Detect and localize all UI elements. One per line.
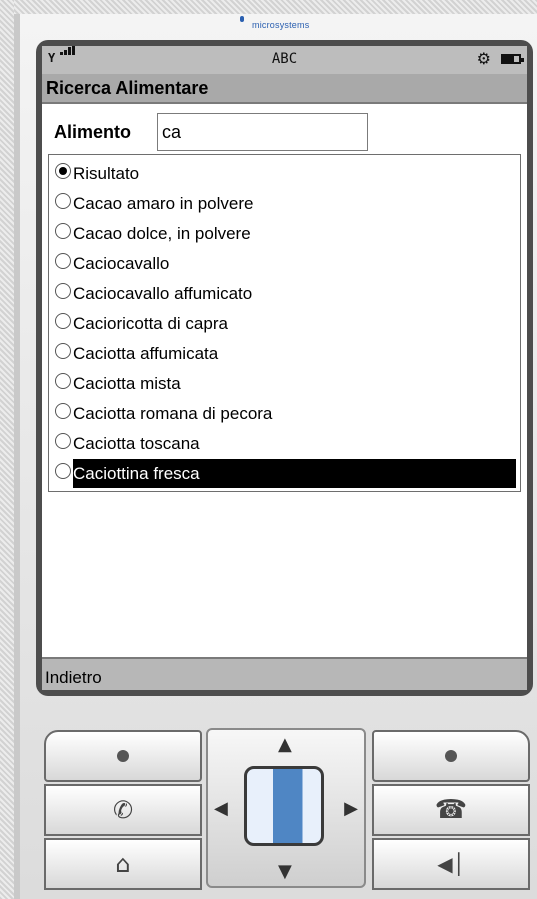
- outer-frame-top: [0, 0, 537, 14]
- list-item-label: Caciotta affumicata: [73, 344, 219, 363]
- status-bar: Y ABC ⚙: [42, 46, 527, 75]
- list-item[interactable]: Caciocavallo affumicato: [49, 277, 520, 307]
- left-arrow-icon[interactable]: ◀: [214, 798, 228, 819]
- clear-back-key[interactable]: ◀│: [372, 838, 530, 890]
- gear-icon: ⚙: [476, 49, 491, 68]
- list-item[interactable]: Caciotta mista: [49, 367, 520, 397]
- radio-icon[interactable]: [55, 193, 71, 209]
- list-item[interactable]: Caciotta affumicata: [49, 337, 520, 367]
- radio-icon[interactable]: [55, 433, 71, 449]
- list-item-label: Caciotta romana di pecora: [73, 404, 273, 423]
- results-list: Risultato Cacao amaro in polvere Cacao d…: [48, 154, 521, 492]
- list-item-label: Caciottina fresca: [73, 464, 200, 483]
- radio-icon[interactable]: [55, 463, 71, 479]
- radio-icon[interactable]: [55, 223, 71, 239]
- list-item-label: Caciocavallo affumicato: [73, 284, 253, 303]
- back-softkey[interactable]: Indietro: [45, 668, 102, 688]
- list-item-label: Caciocavallo: [73, 254, 170, 273]
- radio-icon[interactable]: [55, 373, 71, 389]
- phone-screen: Y ABC ⚙ Ricerca Alimentare Alimento Risu…: [42, 46, 527, 690]
- list-item[interactable]: Cacao dolce, in polvere: [49, 217, 520, 247]
- back-icon: ◀│: [437, 852, 465, 876]
- battery-icon: [501, 54, 524, 64]
- food-field-label: Alimento: [54, 122, 132, 142]
- list-item[interactable]: Cacioricotta di capra: [49, 307, 520, 337]
- right-arrow-icon[interactable]: ▶: [344, 798, 358, 819]
- radio-icon[interactable]: [55, 283, 71, 299]
- brand-label: microsystems: [252, 20, 310, 30]
- radio-icon[interactable]: [55, 253, 71, 269]
- soft-right-dot-icon: [445, 750, 457, 762]
- input-mode-indicator: ABC: [271, 51, 298, 67]
- softkey-bar: Indietro: [42, 657, 527, 690]
- right-soft-key[interactable]: [372, 730, 530, 782]
- list-item-label: Caciotta toscana: [73, 434, 200, 453]
- down-arrow-icon[interactable]: ▼: [278, 861, 292, 882]
- list-item-label: Caciotta mista: [73, 374, 181, 393]
- call-icon: ✆: [112, 796, 134, 824]
- list-item-selected[interactable]: Caciottina fresca: [49, 457, 520, 488]
- left-soft-key[interactable]: [44, 730, 202, 782]
- home-icon: ⌂: [115, 850, 131, 878]
- list-item[interactable]: Risultato: [49, 157, 520, 187]
- list-item[interactable]: Caciotta romana di pecora: [49, 397, 520, 427]
- end-call-key[interactable]: ☎: [372, 784, 530, 836]
- title-bar: Ricerca Alimentare: [42, 74, 527, 104]
- home-key[interactable]: ⌂: [44, 838, 202, 890]
- navigation-dpad[interactable]: ▲ ▼ ◀ ▶: [206, 728, 366, 888]
- list-item[interactable]: Caciocavallo: [49, 247, 520, 277]
- soft-left-dot-icon: [117, 750, 129, 762]
- radio-icon[interactable]: [55, 343, 71, 359]
- list-item-label: Cacao dolce, in polvere: [73, 224, 251, 243]
- list-item-label: Cacao amaro in polvere: [73, 194, 254, 213]
- page-title: Ricerca Alimentare: [46, 78, 209, 98]
- radio-icon[interactable]: [55, 313, 71, 329]
- end-call-icon: ☎: [434, 795, 468, 825]
- list-item-label: Cacioricotta di capra: [73, 314, 228, 333]
- radio-checked-icon[interactable]: [55, 163, 71, 179]
- up-arrow-icon[interactable]: ▲: [278, 734, 292, 755]
- outer-frame-left: [0, 0, 14, 899]
- list-item[interactable]: Caciotta toscana: [49, 427, 520, 457]
- select-center-button[interactable]: [244, 766, 324, 846]
- list-item[interactable]: Cacao amaro in polvere: [49, 187, 520, 217]
- brand-logo-icon: [240, 16, 244, 22]
- list-item-label: Risultato: [73, 164, 140, 183]
- call-key[interactable]: ✆: [44, 784, 202, 836]
- food-search-input[interactable]: [157, 113, 368, 151]
- radio-icon[interactable]: [55, 403, 71, 419]
